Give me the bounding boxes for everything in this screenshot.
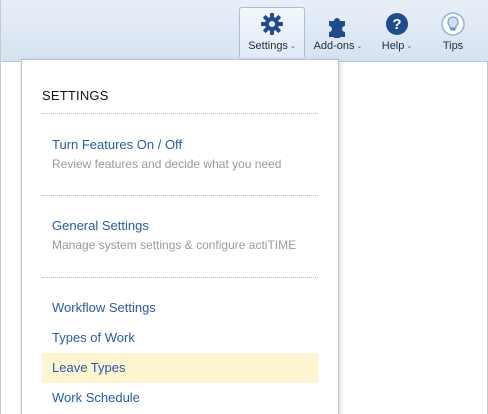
menu-section-features: Turn Features On / Off Review features a… xyxy=(52,137,281,171)
tips-label: Tips xyxy=(442,40,464,52)
work-schedule-item[interactable]: Work Schedule xyxy=(42,383,318,413)
tips-button[interactable]: Tips xyxy=(431,8,475,58)
lightbulb-icon xyxy=(441,12,465,39)
top-toolbar: Settings ⌄ Add-ons ⌄ ? Help ⌄ Tips xyxy=(1,0,488,62)
turn-features-link[interactable]: Turn Features On / Off xyxy=(52,137,281,152)
app-window: Settings ⌄ Add-ons ⌄ ? Help ⌄ Tips SETTI… xyxy=(0,0,488,414)
general-settings-link[interactable]: General Settings xyxy=(52,218,296,233)
divider xyxy=(42,195,318,196)
help-menu-button[interactable]: ? Help ⌄ xyxy=(375,8,419,58)
settings-menu-button[interactable]: Settings ⌄ xyxy=(239,7,305,57)
chevron-down-icon: ⌄ xyxy=(289,43,296,50)
gear-icon xyxy=(260,12,284,39)
section-description: Manage system settings & configure actiT… xyxy=(52,238,297,252)
svg-text:?: ? xyxy=(392,16,401,33)
addons-menu-button[interactable]: Add-ons ⌄ xyxy=(307,8,369,58)
addons-label: Add-ons xyxy=(313,40,355,52)
leave-types-item[interactable]: Leave Types xyxy=(42,353,318,383)
help-label: Help xyxy=(381,40,405,52)
dropdown-title: SETTINGS xyxy=(42,88,109,103)
chevron-down-icon: ⌄ xyxy=(356,43,363,50)
menu-section-general: General Settings Manage system settings … xyxy=(52,218,296,252)
workflow-settings-item[interactable]: Workflow Settings xyxy=(42,293,318,323)
divider xyxy=(42,113,318,114)
help-icon: ? xyxy=(385,12,409,39)
settings-dropdown: SETTINGS Turn Features On / Off Review f… xyxy=(21,59,339,414)
settings-label: Settings xyxy=(248,40,288,52)
chevron-down-icon: ⌄ xyxy=(406,43,413,50)
section-description: Review features and decide what you need xyxy=(52,157,282,171)
types-of-work-item[interactable]: Types of Work xyxy=(42,323,318,353)
puzzle-icon xyxy=(325,12,351,41)
divider xyxy=(42,277,318,278)
